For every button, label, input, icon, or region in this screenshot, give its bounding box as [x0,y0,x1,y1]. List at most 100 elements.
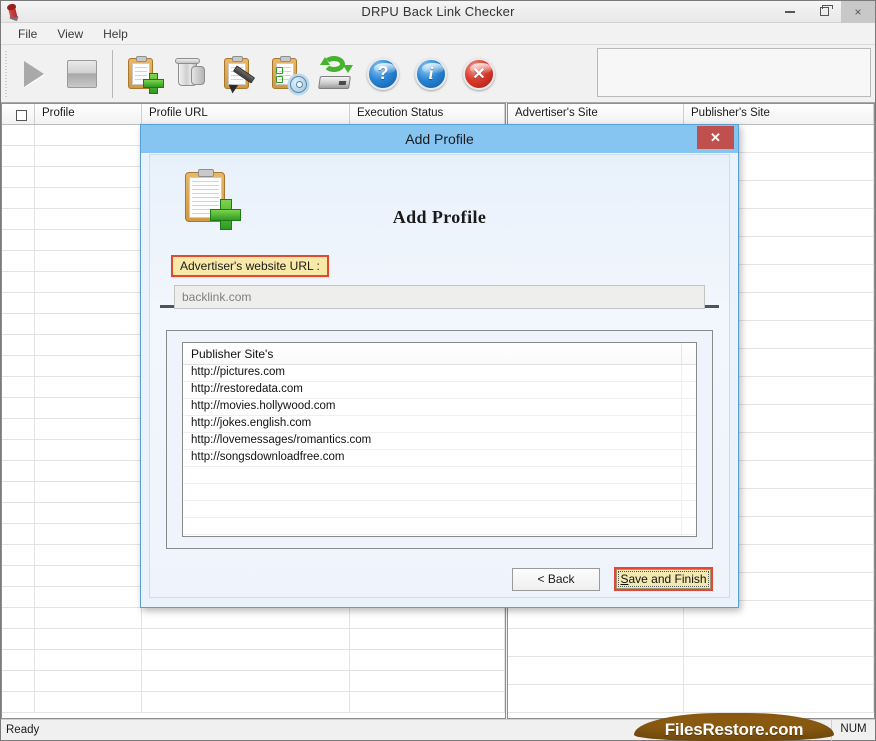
dialog-title: Add Profile [405,131,474,147]
table-cell [35,251,142,271]
list-item[interactable]: http://pictures.com [183,365,696,382]
table-row[interactable] [2,608,505,629]
table-cell [2,650,35,670]
list-item[interactable]: http://jokes.english.com [183,416,696,433]
title-bar: DRPU Back Link Checker × [1,0,875,23]
list-item[interactable]: http://lovemessages/romantics.com [183,433,696,450]
column-header-profile[interactable]: Profile [35,104,142,124]
column-header-publisher-sites[interactable]: Publisher Site's [183,343,682,364]
publisher-sites-group: Publisher Site's http://pictures.com http… [166,330,713,549]
table-cell [2,461,35,481]
table-cell [35,335,142,355]
back-button[interactable]: < Back [512,567,600,591]
table-cell [35,314,142,334]
list-item-empty[interactable] [183,518,696,535]
list-item-empty[interactable] [183,501,696,518]
table-cell [2,314,35,334]
table-cell [2,167,35,187]
table-cell [35,377,142,397]
advertiser-url-input[interactable]: backlink.com [174,285,705,309]
table-cell [2,146,35,166]
table-cell [35,209,142,229]
table-cell [2,671,35,691]
add-profile-button[interactable] [119,51,167,97]
table-cell [350,629,505,649]
num-lock-indicator: NUM [831,719,875,741]
table-cell [2,419,35,439]
table-cell [2,524,35,544]
table-cell [2,503,35,523]
clipboard-pen-icon [220,55,258,93]
table-cell [2,272,35,292]
list-item[interactable]: http://restoredata.com [183,382,696,399]
table-row[interactable] [508,629,874,657]
table-row[interactable] [508,657,874,685]
menu-bar: File View Help [1,23,875,45]
delete-profile-button[interactable] [167,51,215,97]
table-cell [2,335,35,355]
list-item-label: http://movies.hollywood.com [183,399,682,415]
list-item-empty[interactable] [183,484,696,501]
table-cell [508,629,684,656]
table-cell [35,566,142,586]
select-all-header[interactable] [2,104,35,124]
table-cell [35,587,142,607]
table-cell [35,146,142,166]
table-cell [35,482,142,502]
window-controls: × [773,0,875,23]
stop-button[interactable] [58,51,106,97]
table-row[interactable] [2,650,505,671]
table-row[interactable] [2,692,505,713]
save-and-finish-button[interactable]: Save and Finish [616,569,711,589]
table-cell [508,685,684,712]
dialog-close-button[interactable]: ✕ [697,126,734,149]
table-cell [2,251,35,271]
table-cell [2,482,35,502]
toolbar: ? i ✕ [1,45,875,103]
start-button[interactable] [10,51,58,97]
table-cell [2,692,35,712]
minimize-button[interactable] [773,1,807,23]
help-button[interactable]: ? [359,51,407,97]
application-window: DRPU Back Link Checker × File View Help [0,0,876,741]
list-item-empty[interactable] [183,467,696,484]
publisher-list-rows: http://pictures.com http://restoredata.co… [183,365,696,536]
table-cell [350,692,505,712]
profile-settings-button[interactable] [263,51,311,97]
table-cell [142,629,350,649]
publisher-sites-list[interactable]: Publisher Site's http://pictures.com http… [182,342,697,537]
exit-button[interactable]: ✕ [455,51,503,97]
about-button[interactable]: i [407,51,455,97]
edit-profile-button[interactable] [215,51,263,97]
menu-item-help[interactable]: Help [94,24,137,44]
save-label-rest: ave and Finish [628,572,707,586]
table-row[interactable] [2,671,505,692]
table-cell [35,272,142,292]
column-header-advertisers-site[interactable]: Advertiser's Site [508,104,684,124]
table-row[interactable] [508,685,874,713]
clipboard-gear-icon [268,55,307,93]
status-message: Ready [6,724,40,736]
clipboard-plus-icon [124,55,164,94]
list-item[interactable]: http://songsdownloadfree.com [183,450,696,467]
table-row[interactable] [2,629,505,650]
backup-restore-button[interactable] [311,51,359,97]
menu-item-file[interactable]: File [9,24,46,44]
column-header-profile-url[interactable]: Profile URL [142,104,350,124]
dialog-header-area: Add Profile Advertiser's website URL : b… [150,155,729,309]
restore-button[interactable] [807,1,841,23]
list-item-empty[interactable] [183,535,696,536]
stop-icon [63,55,101,93]
menu-item-view[interactable]: View [48,24,92,44]
list-item[interactable]: http://movies.hollywood.com [183,399,696,416]
dialog-body: Add Profile Advertiser's website URL : b… [149,154,730,598]
table-cell [2,125,35,145]
table-cell [2,230,35,250]
column-header-execution-status[interactable]: Execution Status [350,104,505,124]
table-cell [508,657,684,684]
toolbar-grip[interactable] [3,50,10,97]
table-cell [2,440,35,460]
column-header-publishers-site[interactable]: Publisher's Site [684,104,874,124]
select-all-checkbox[interactable] [16,110,27,121]
close-button[interactable]: × [841,0,875,23]
